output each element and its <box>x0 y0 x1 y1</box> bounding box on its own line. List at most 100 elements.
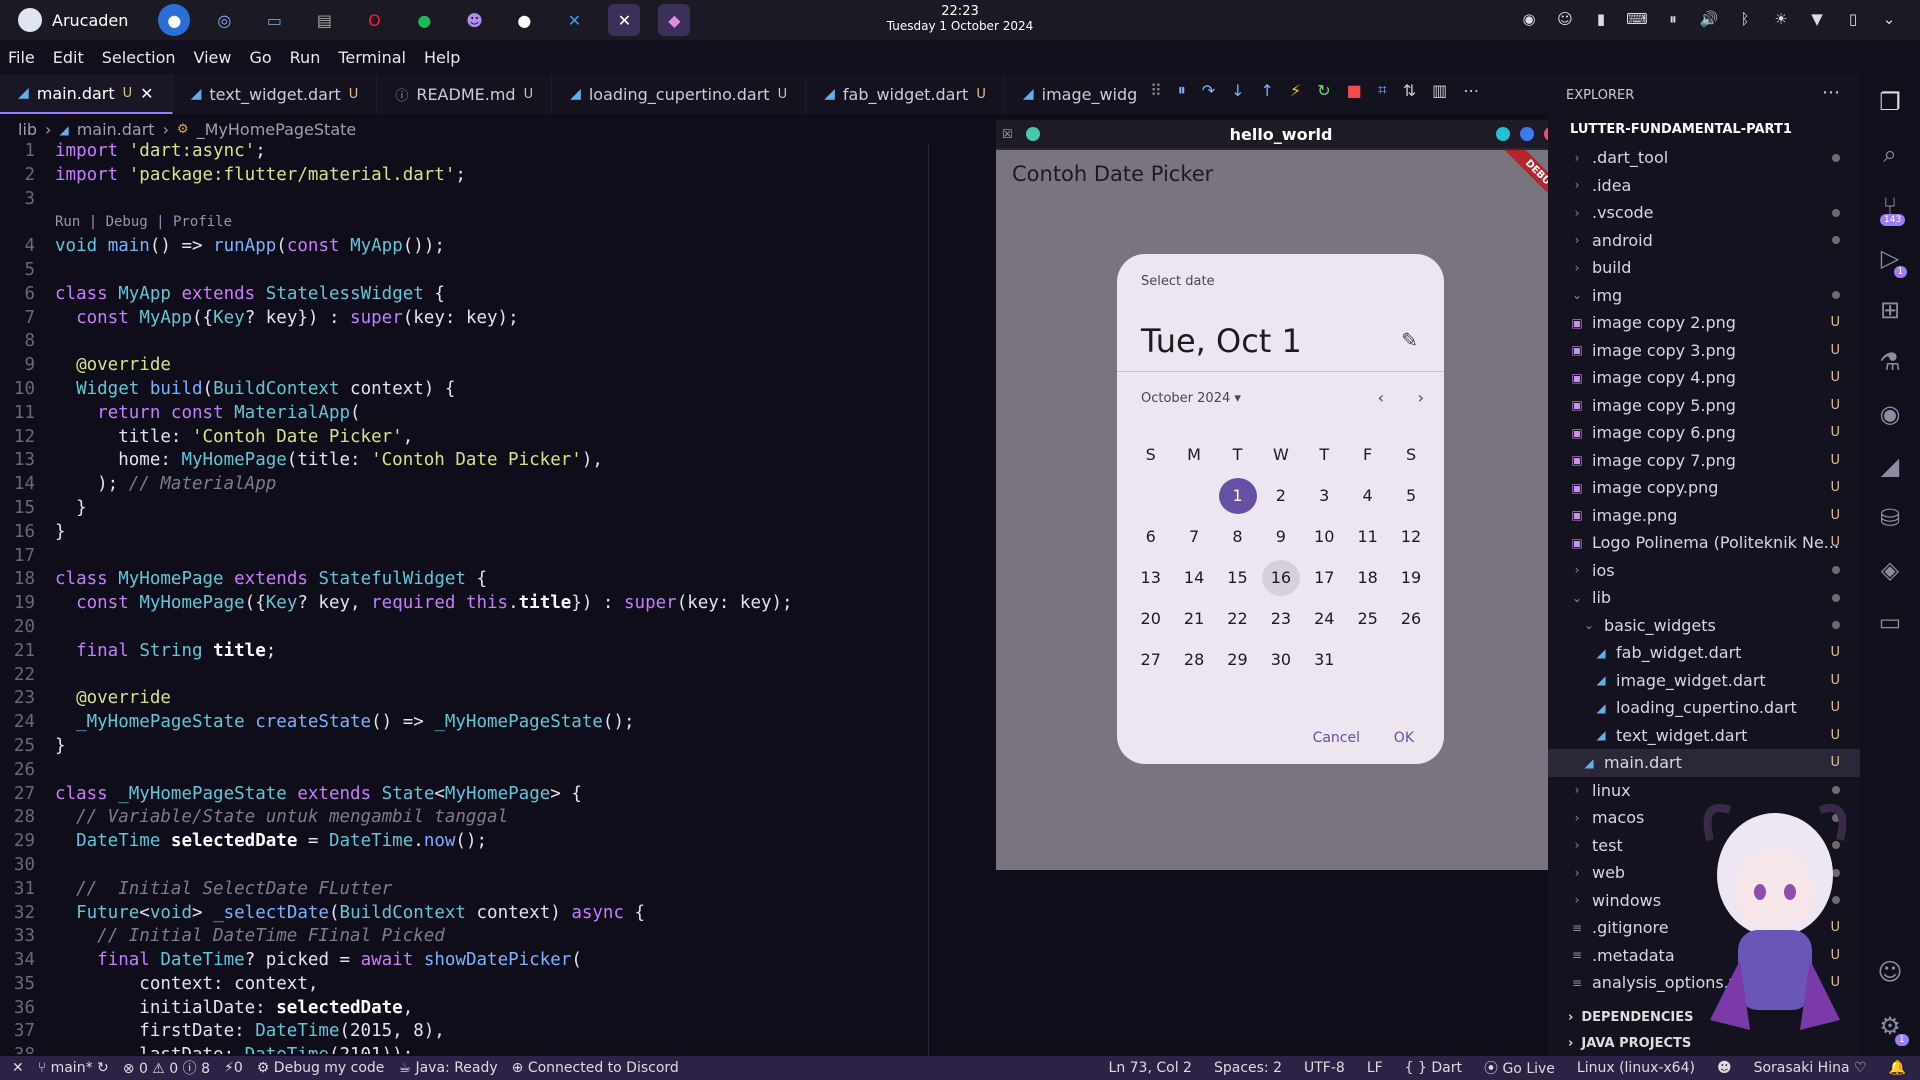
calendar-day[interactable]: 5 <box>1389 478 1432 514</box>
menu-selection[interactable]: Selection <box>102 48 176 67</box>
indentation[interactable]: Spaces: 2 <box>1214 1060 1282 1076</box>
chrome-app-icon[interactable]: ● <box>158 4 191 36</box>
compare-icon[interactable]: ⇅ <box>1403 81 1416 100</box>
terminal-app-icon[interactable]: ▤ <box>308 4 340 36</box>
calendar-day[interactable]: 22 <box>1216 601 1259 637</box>
close-icon[interactable]: ✕ <box>140 84 153 103</box>
source-control-icon[interactable]: ⑂ 143 <box>1880 192 1906 226</box>
chat-icon[interactable]: ▭ <box>1879 608 1902 636</box>
calendar-day[interactable]: 11 <box>1346 519 1389 555</box>
calendar-day[interactable]: 9 <box>1259 519 1302 555</box>
calendar-day[interactable]: 26 <box>1389 601 1432 637</box>
menu-view[interactable]: View <box>194 48 232 67</box>
tree-file[interactable]: ▣ Logo Polinema (Politeknik Ne... U <box>1548 529 1860 557</box>
calendar-day[interactable]: 17 <box>1303 560 1346 596</box>
gear-icon[interactable]: ⚙ 1 <box>1879 1012 1909 1046</box>
chevron-down-icon[interactable]: ⌄ <box>1878 8 1900 30</box>
tree-file[interactable]: ▣ image copy 5.png U <box>1548 392 1860 420</box>
calendar-day[interactable]: 28 <box>1172 642 1215 678</box>
step-out-icon[interactable]: ↑ <box>1261 81 1274 100</box>
minimize-icon[interactable] <box>1496 127 1510 141</box>
tree-folder[interactable]: › ios <box>1548 557 1860 585</box>
tree-file[interactable]: ▣ image copy.png U <box>1548 474 1860 502</box>
brightness-icon[interactable]: ☀ <box>1770 8 1792 30</box>
maximize-icon[interactable] <box>1520 127 1534 141</box>
clipboard-tray-icon[interactable]: ▮ <box>1590 8 1612 30</box>
notification-bell-icon[interactable]: 🔔 <box>1889 1060 1906 1076</box>
tree-folder[interactable]: › android <box>1548 227 1860 255</box>
tab-readme[interactable]: ⓘ README.md U <box>377 74 553 114</box>
breadcrumb-folder[interactable]: lib <box>18 120 37 139</box>
calendar-day[interactable]: 23 <box>1259 601 1302 637</box>
calendar-day[interactable]: 1 <box>1216 477 1259 514</box>
window-menu-icon[interactable]: ☒ <box>1002 127 1013 141</box>
split-editor-icon[interactable]: ▥ <box>1432 81 1447 100</box>
clock[interactable]: 22:23 Tuesday 1 October 2024 <box>880 4 1040 34</box>
workspace-root[interactable]: LUTTER-FUNDAMENTAL-PART1 <box>1570 122 1792 137</box>
search-icon[interactable]: ⌕ <box>1883 140 1896 168</box>
calendar-day[interactable]: 8 <box>1216 519 1259 555</box>
inspector-icon[interactable]: ⌗ <box>1378 80 1387 100</box>
game-tray-icon[interactable]: ☺ <box>1554 8 1576 30</box>
discord-tray-icon[interactable]: ◉ <box>1518 8 1540 30</box>
battery-icon[interactable]: ▯ <box>1842 8 1864 30</box>
calendar-day[interactable]: 10 <box>1303 519 1346 555</box>
xapp-app-icon[interactable]: ✕ <box>608 4 641 36</box>
tree-file[interactable]: ▣ image copy 7.png U <box>1548 447 1860 475</box>
month-year-dropdown[interactable]: October 2024 ▾ <box>1141 391 1241 406</box>
files-app-icon[interactable]: ▭ <box>258 4 290 36</box>
calendar-day[interactable]: 25 <box>1346 601 1389 637</box>
tree-file[interactable]: ◢ loading_cupertino.dart U <box>1548 694 1860 722</box>
tab-loading-cupertino[interactable]: ◢ loading_cupertino.dart U <box>552 74 807 114</box>
chevron-left-icon[interactable]: ‹ <box>1378 388 1384 407</box>
tree-folder[interactable]: ⌄ basic_widgets <box>1548 612 1860 640</box>
calendar-day[interactable]: 13 <box>1129 560 1172 596</box>
calendar-day[interactable]: 4 <box>1346 478 1389 514</box>
edit-pencil-icon[interactable]: ✎ <box>1401 328 1418 352</box>
keyboard-tray-icon[interactable]: ⌨ <box>1626 8 1648 30</box>
calendar-day[interactable]: 20 <box>1129 601 1172 637</box>
calendar-day[interactable]: 19 <box>1389 560 1432 596</box>
drag-handle-icon[interactable]: ⠿ <box>1150 81 1162 100</box>
branch-status[interactable]: ⑂ main* ↻ <box>38 1060 109 1076</box>
calendar-day[interactable]: 15 <box>1216 560 1259 596</box>
monitor-app-icon[interactable]: ◎ <box>208 4 240 36</box>
discord-status[interactable]: ⊕ Connected to Discord <box>512 1060 679 1076</box>
calendar-day[interactable]: 29 <box>1216 642 1259 678</box>
vscode-app-icon[interactable]: ✕ <box>558 4 590 36</box>
remote-icon[interactable]: ✕ <box>12 1060 24 1076</box>
copilot-icon[interactable]: ☻ <box>1717 1060 1732 1076</box>
editor-split-divider[interactable] <box>928 145 929 1055</box>
anime-app-icon[interactable]: ☻ <box>458 4 490 36</box>
calendar-day[interactable]: 30 <box>1259 642 1302 678</box>
testing-icon[interactable]: ⚗ <box>1879 348 1901 376</box>
calendar-day[interactable]: 31 <box>1303 642 1346 678</box>
tab-image-widget[interactable]: ◢ image_widg <box>1005 74 1155 114</box>
tree-file[interactable]: ▣ image copy 2.png U <box>1548 309 1860 337</box>
calendar-day[interactable]: 14 <box>1172 560 1215 596</box>
restart-icon[interactable]: ↻ <box>1317 81 1330 100</box>
extensions-icon[interactable]: ⊞ <box>1880 296 1900 324</box>
pause-icon[interactable]: ⏸ <box>1178 80 1186 100</box>
hot-reload-icon[interactable]: ⚡ <box>1290 81 1301 100</box>
cancel-button[interactable]: Cancel <box>1313 730 1360 746</box>
layers-icon[interactable]: ◈ <box>1881 556 1899 584</box>
debug-launch-status[interactable]: ⚙ Debug my code <box>257 1060 385 1076</box>
github-icon[interactable]: ◉ <box>1880 400 1901 428</box>
more-icon[interactable]: ⋯ <box>1463 81 1479 100</box>
step-into-icon[interactable]: ↓ <box>1231 81 1244 100</box>
calendar-day[interactable]: 16 <box>1259 559 1302 596</box>
problems-status[interactable]: ⊗ 0 ⚠ 0 ⓘ 8 <box>123 1058 210 1078</box>
calendar-day[interactable]: 7 <box>1172 519 1215 555</box>
code-editor[interactable]: 1 import 'dart:async'; 2 import 'package:f… <box>0 140 1000 1054</box>
codelens[interactable]: Run | Debug | Profile <box>55 211 232 235</box>
pause-tray-icon[interactable]: ⏸ <box>1662 8 1684 30</box>
calendar-day[interactable]: 21 <box>1172 601 1215 637</box>
menu-help[interactable]: Help <box>424 48 460 67</box>
wifi-icon[interactable]: ▼ <box>1806 8 1828 30</box>
flutter-icon[interactable]: ◢ <box>1881 452 1899 480</box>
tab-main-dart[interactable]: ◢ main.dart U ✕ <box>0 74 173 114</box>
app-window-titlebar[interactable]: ☒ hello_world <box>996 120 1566 148</box>
tab-text-widget[interactable]: ◢ text_widget.dart U <box>173 74 378 114</box>
menu-run[interactable]: Run <box>290 48 321 67</box>
